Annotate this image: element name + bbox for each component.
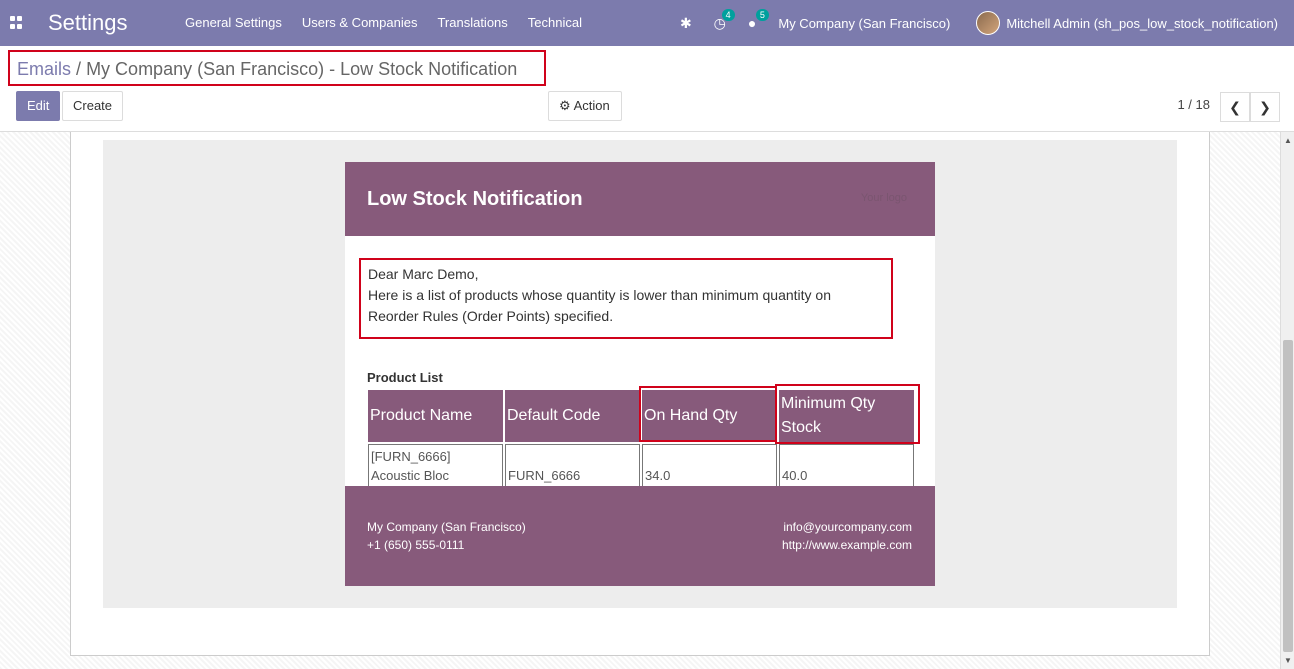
greeting-text: Dear Marc Demo, [368,266,479,282]
user-menu[interactable]: Mitchell Admin (sh_pos_low_stock_notific… [1006,16,1278,31]
product-list-label: Product List [367,370,443,385]
breadcrumb-current: My Company (San Francisco) - Low Stock N… [86,59,518,79]
vertical-scrollbar[interactable]: ▲ ▼ [1280,132,1294,669]
email-footer: My Company (San Francisco) +1 (650) 555-… [345,486,935,586]
minimum-qty-highlight [775,384,920,444]
chevron-right-icon: ❯ [1259,98,1271,115]
pager-value[interactable]: 1 / 18 [1177,97,1210,112]
footer-contact-info: info@yourcompany.com http://www.example.… [782,518,912,554]
scrollbar-thumb[interactable] [1283,340,1293,652]
avatar[interactable] [976,11,1001,35]
email-title: Low Stock Notification [367,188,583,210]
systray: ✱ ◷ 4 ● 5 My Company (San Francisco) Mitch… [680,0,1294,46]
form-sheet: Low Stock Notification Your logo Dear Ma… [70,132,1210,656]
edit-button[interactable]: Edit [16,91,61,121]
footer-company-info: My Company (San Francisco) +1 (650) 555-… [367,518,526,554]
app-title[interactable]: Settings [48,10,128,36]
menu-general-settings[interactable]: General Settings [185,15,282,30]
action-button[interactable]: ⚙ Action [548,91,622,121]
on-hand-qty-highlight [639,386,777,442]
breadcrumb-separator: / [76,59,82,79]
breadcrumb-emails-link[interactable]: Emails [17,59,71,79]
pager-next-button[interactable]: ❯ [1250,92,1280,122]
footer-company: My Company (San Francisco) [367,520,526,534]
action-label: Action [573,98,610,113]
activity-badge: 4 [721,8,735,21]
menu-users-companies[interactable]: Users & Companies [302,15,418,30]
company-logo: Your logo [860,192,907,204]
footer-website[interactable]: http://www.example.com [782,536,912,554]
message-text: Here is a list of products whose quantit… [368,287,831,324]
email-body: Dear Marc Demo, Here is a list of produc… [345,236,935,507]
email-header: Low Stock Notification Your logo [345,162,935,236]
header-product-name: Product Name [368,390,503,442]
messages-badge: 5 [755,9,769,21]
footer-phone: +1 (650) 555-0111 [367,538,465,552]
menu-technical[interactable]: Technical [528,15,582,30]
scroll-up-icon[interactable]: ▲ [1284,136,1292,145]
pager-previous-button[interactable]: ❮ [1220,92,1250,122]
greeting-highlight: Dear Marc Demo, Here is a list of produc… [359,258,893,339]
header-default-code: Default Code [505,390,640,442]
activity-clock-icon[interactable]: ◷ 4 [714,8,735,32]
chat-icon[interactable]: ● 5 [748,9,769,31]
email-preview: Low Stock Notification Your logo Dear Ma… [103,140,1177,608]
create-button[interactable]: Create [62,91,124,121]
scroll-down-icon[interactable]: ▼ [1284,656,1292,665]
menu-translations[interactable]: Translations [437,15,507,30]
control-panel: Emails / My Company (San Francisco) - Lo… [0,46,1294,132]
chevron-left-icon: ❮ [1229,98,1241,115]
email-template: Low Stock Notification Your logo Dear Ma… [345,162,935,586]
gear-icon: ⚙ [559,98,571,113]
top-navbar: Settings General Settings Users & Compan… [0,0,1294,46]
breadcrumb: Emails / My Company (San Francisco) - Lo… [8,50,546,86]
form-content: Low Stock Notification Your logo Dear Ma… [0,132,1280,669]
apps-menu-icon[interactable] [10,16,23,29]
bug-icon[interactable]: ✱ [680,15,692,32]
footer-email[interactable]: info@yourcompany.com [782,518,912,536]
company-switcher[interactable]: My Company (San Francisco) [778,16,950,31]
main-menu: General Settings Users & Companies Trans… [175,15,592,30]
